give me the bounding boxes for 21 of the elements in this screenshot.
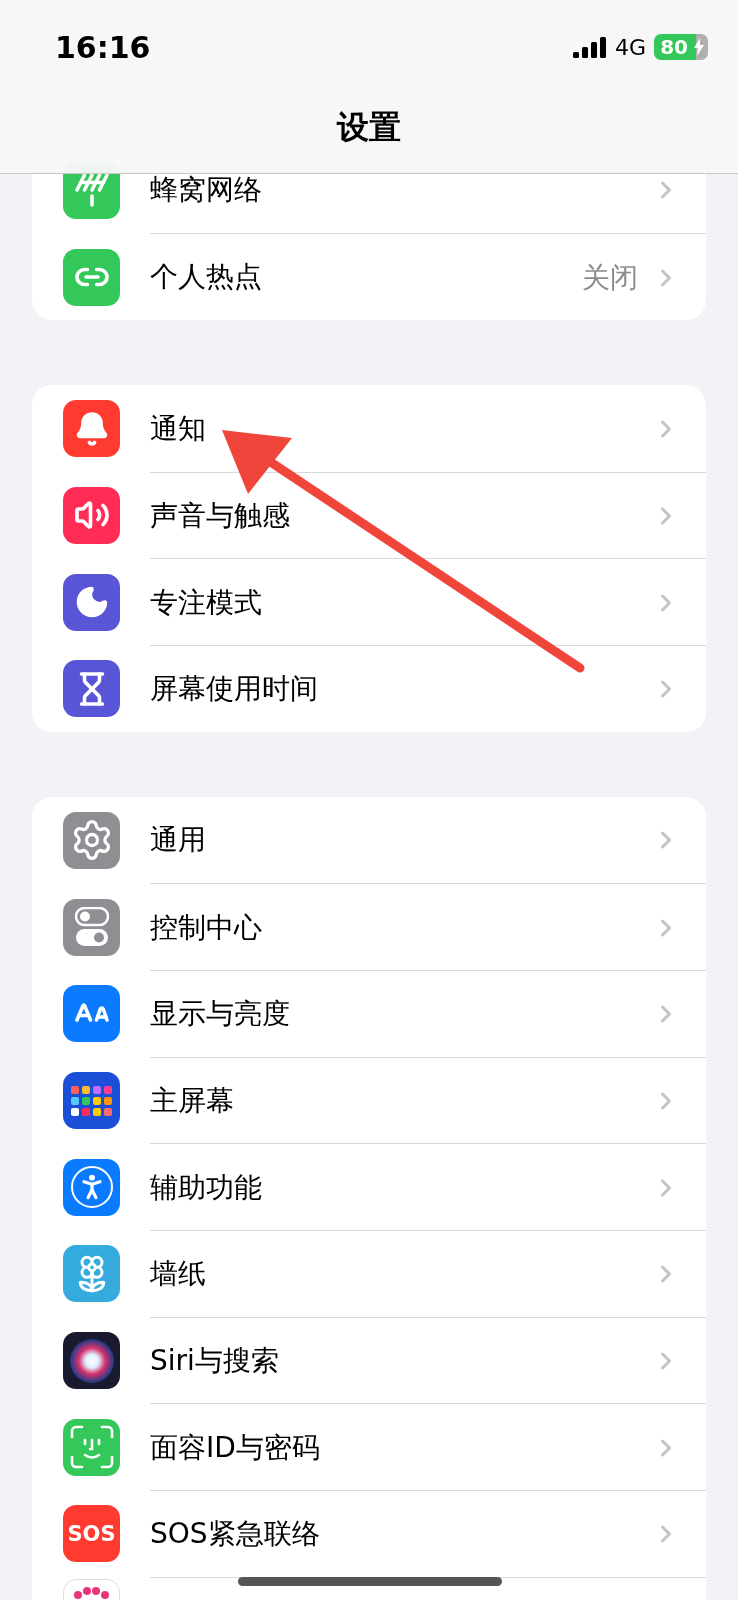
settings-item[interactable]: 通用	[150, 824, 206, 857]
settings-item[interactable]: Siri与搜索	[150, 1345, 279, 1378]
settings-item[interactable]: 专注模式	[150, 586, 262, 619]
setting-value: 关闭	[582, 259, 638, 296]
network-label: 4G	[615, 34, 647, 60]
settings-item[interactable]: 个人热点	[150, 261, 262, 294]
settings-item[interactable]: 声音与触感	[150, 499, 290, 532]
status-time: 16:16	[55, 30, 151, 65]
battery-indicator: 80	[654, 34, 708, 60]
settings-item[interactable]: 通知	[150, 412, 206, 445]
settings-item[interactable]: 面容ID与密码	[150, 1431, 320, 1464]
page-title: 设置	[337, 108, 401, 146]
settings-item[interactable]: 墙纸	[150, 1258, 206, 1291]
settings-item[interactable]: SOS紧急联络	[150, 1518, 320, 1551]
settings-item[interactable]: 蜂窝网络	[150, 174, 262, 207]
sos-label: SOS	[67, 1521, 116, 1546]
settings-item[interactable]: 控制中心	[150, 911, 262, 944]
settings-item[interactable]: 显示与亮度	[150, 998, 290, 1031]
settings-item[interactable]: 辅助功能	[150, 1171, 262, 1204]
settings-item[interactable]: 屏幕使用时间	[150, 673, 318, 706]
settings-item[interactable]: 主屏幕	[150, 1084, 234, 1118]
